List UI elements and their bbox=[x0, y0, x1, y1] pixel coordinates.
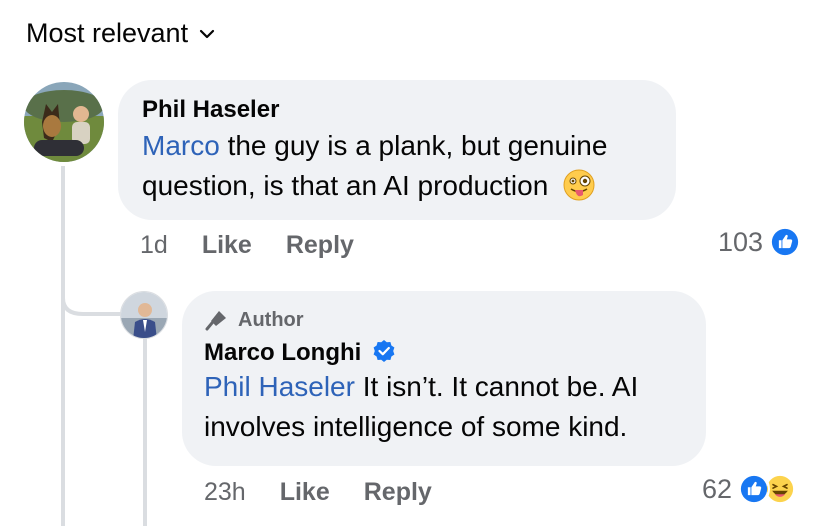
thread-line-reply bbox=[143, 330, 147, 526]
comment-author-name[interactable]: Phil Haseler bbox=[142, 96, 279, 124]
chevron-down-icon bbox=[199, 29, 215, 38]
comment-meta: 1d Like Reply bbox=[140, 231, 354, 260]
comment-timestamp[interactable]: 23h bbox=[204, 478, 246, 507]
like-button[interactable]: Like bbox=[280, 478, 330, 507]
reaction-count: 62 bbox=[702, 473, 733, 504]
avatar-marco-longhi[interactable] bbox=[120, 291, 168, 339]
avatar-phil-haseler[interactable] bbox=[24, 82, 104, 162]
reaction-summary[interactable]: 62 bbox=[702, 473, 797, 505]
author-badge: Author bbox=[204, 307, 684, 333]
reply-bubble: Author Marco Longhi Phil Haseler It isn’… bbox=[182, 291, 706, 466]
comment-text: Phil Haseler It isn’t. It cannot be. AI … bbox=[204, 367, 684, 447]
comment-timestamp[interactable]: 1d bbox=[140, 231, 168, 260]
reply-button[interactable]: Reply bbox=[364, 478, 432, 507]
mention-link[interactable]: Marco bbox=[142, 130, 220, 161]
comment-text: Marco the guy is a plank, but genuine qu… bbox=[142, 126, 652, 206]
like-button[interactable]: Like bbox=[202, 231, 252, 260]
sort-label: Most relevant bbox=[26, 18, 189, 48]
comment-text-line1: the guy is a plank, but genuine bbox=[219, 130, 608, 161]
like-reaction-icon bbox=[769, 226, 802, 258]
microphone-icon bbox=[205, 311, 226, 331]
comment-text-line1: It isn’t. It cannot be. AI bbox=[354, 371, 639, 402]
comment-bubble: Phil Haseler Marco the guy is a plank, b… bbox=[118, 80, 676, 220]
like-reaction-icon bbox=[738, 473, 771, 505]
comment-text-line2: involves intelligence of some kind. bbox=[204, 411, 628, 442]
avatar-photo bbox=[24, 82, 104, 162]
thread-line-main bbox=[61, 166, 65, 526]
reaction-summary[interactable]: 103 bbox=[718, 226, 802, 258]
thread-line-branch bbox=[61, 280, 121, 316]
reaction-count: 103 bbox=[718, 226, 764, 257]
avatar-photo bbox=[121, 292, 167, 338]
reply-button[interactable]: Reply bbox=[286, 231, 354, 260]
comment-sort-dropdown[interactable]: Most relevant bbox=[26, 18, 216, 49]
comment-text-line2: question, is that an AI production bbox=[142, 170, 549, 201]
reply-meta: 23h Like Reply bbox=[204, 478, 432, 507]
mention-link[interactable]: Phil Haseler bbox=[204, 371, 355, 402]
comment-author-name[interactable]: Marco Longhi bbox=[204, 339, 361, 367]
winking-face-with-tongue-icon bbox=[563, 169, 595, 201]
verified-badge-icon bbox=[373, 340, 395, 362]
author-badge-label: Author bbox=[238, 308, 304, 331]
